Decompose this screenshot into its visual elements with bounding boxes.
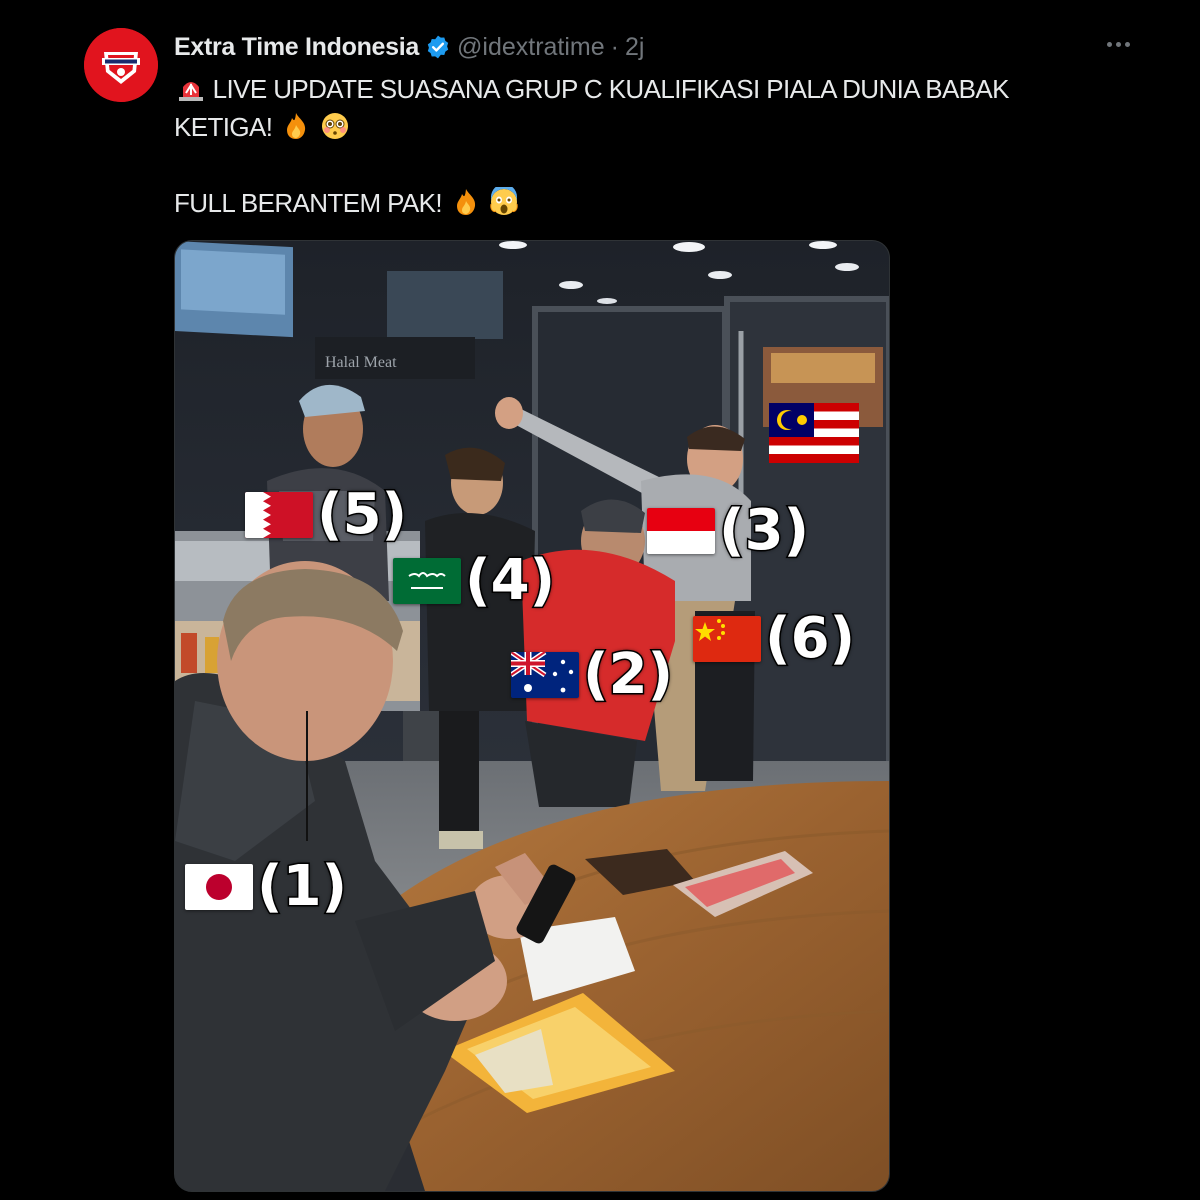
tweet-line-3: FULL BERANTEM PAK! [174, 184, 1134, 222]
fire-emoji-icon [281, 111, 311, 141]
tweet-line-2-text: KETIGA! [174, 112, 273, 142]
label-china: (6) [693, 606, 857, 671]
label-australia: (2) [511, 642, 675, 707]
japan-flag-icon [185, 864, 253, 910]
label-saudi-arabia: (4) [393, 548, 557, 613]
indonesia-flag-icon [647, 508, 715, 554]
label-number: (2) [581, 642, 674, 707]
display-name[interactable]: Extra Time Indonesia [174, 33, 419, 62]
label-number: (1) [255, 854, 348, 919]
saudi-arabia-flag-icon [393, 558, 461, 604]
avatar[interactable] [84, 28, 158, 102]
flushed-face-emoji-icon [320, 111, 350, 141]
label-number: (5) [315, 482, 408, 547]
fire-emoji-icon [451, 187, 481, 217]
timestamp[interactable]: 2j [625, 33, 644, 62]
tweet[interactable]: Extra Time Indonesia @idextratime · 2j L [0, 0, 1200, 1200]
police-light-emoji-icon [176, 73, 206, 103]
label-indonesia: (3) [647, 498, 811, 563]
label-bahrain: (5) [245, 482, 409, 547]
label-number: (6) [763, 606, 856, 671]
tweet-media-image[interactable]: Halal Meat (5) (4) (3) (6) (2) (1) [174, 240, 890, 1192]
screaming-face-emoji-icon [489, 187, 519, 217]
tweet-header: Extra Time Indonesia @idextratime · 2j [174, 28, 644, 66]
extra-time-logo-icon [84, 28, 158, 102]
store-sign-text: Halal Meat [325, 354, 397, 371]
china-flag-icon [693, 616, 761, 662]
tweet-line-1: LIVE UPDATE SUASANA GRUP C KUALIFIKASI P… [174, 70, 1134, 108]
label-japan: (1) [185, 854, 349, 919]
restaurant-scene-photo: Halal Meat [175, 241, 889, 1191]
tweet-line-3-text: FULL BERANTEM PAK! [174, 188, 443, 218]
tweet-line-1-text: LIVE UPDATE SUASANA GRUP C KUALIFIKASI P… [212, 74, 1010, 104]
more-options-icon[interactable] [1100, 32, 1136, 56]
label-number: (3) [717, 498, 810, 563]
tweet-text: LIVE UPDATE SUASANA GRUP C KUALIFIKASI P… [174, 70, 1134, 222]
bahrain-flag-icon [245, 492, 313, 538]
verified-badge-icon [425, 34, 451, 60]
separator-dot: · [610, 32, 619, 61]
handle[interactable]: @idextratime [457, 33, 605, 62]
label-number: (4) [463, 548, 556, 613]
australia-flag-icon [511, 652, 579, 698]
tweet-line-2: KETIGA! [174, 108, 1134, 146]
